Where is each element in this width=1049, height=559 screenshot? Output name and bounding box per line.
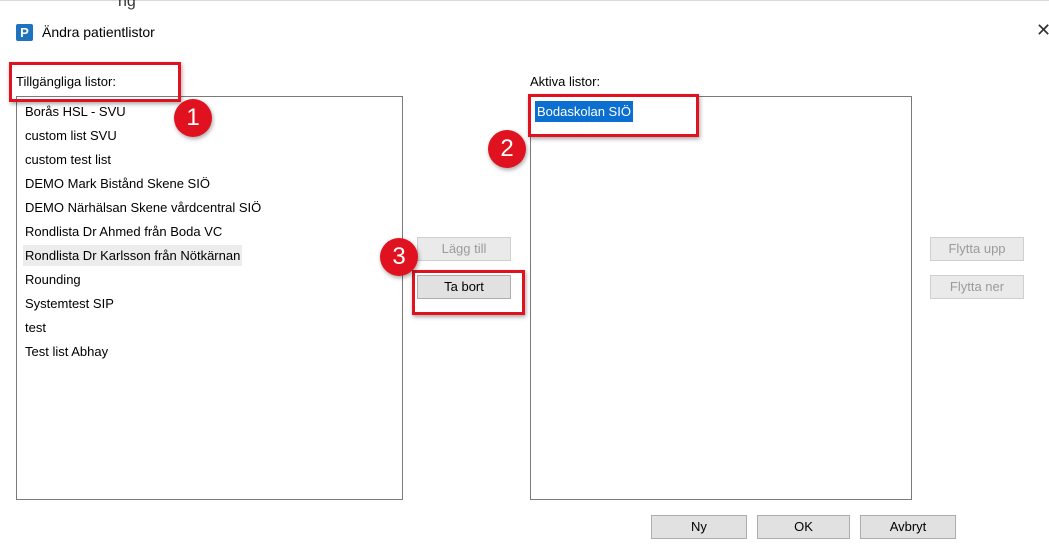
cancel-button[interactable]: Avbryt (860, 515, 956, 539)
annotation-badge-2: 2 (488, 130, 526, 168)
list-item[interactable]: test (23, 317, 48, 338)
move-up-button[interactable]: Flytta upp (930, 237, 1024, 261)
list-item[interactable]: DEMO Mark Bistånd Skene SIÖ (23, 173, 212, 194)
list-item[interactable]: Rounding (23, 269, 83, 290)
dialog-window: ng P Ändra patientlistor ✕ Tillgängliga … (0, 0, 1049, 559)
list-item[interactable]: Rondlista Dr Karlsson från Nötkärnan (23, 245, 243, 266)
annotation-box-1 (9, 62, 181, 102)
available-lists-box[interactable]: Borås HSL - SVU custom list SVU custom t… (16, 96, 403, 500)
active-lists-box[interactable]: Bodaskolan SIÖ (530, 96, 912, 500)
annotation-box-3 (412, 270, 525, 315)
window-title: Ändra patientlistor (42, 24, 155, 40)
list-item[interactable]: Rondlista Dr Ahmed från Boda VC (23, 221, 224, 242)
active-lists-label: Aktiva listor: (530, 74, 601, 89)
ok-button[interactable]: OK (757, 515, 850, 539)
move-down-button[interactable]: Flytta ner (930, 275, 1024, 299)
list-item[interactable]: custom list SVU (23, 125, 119, 146)
list-item[interactable]: custom test list (23, 149, 113, 170)
annotation-box-2 (528, 94, 699, 137)
annotation-badge-1: 1 (174, 99, 212, 137)
list-item[interactable]: Borås HSL - SVU (23, 101, 128, 122)
top-fragment-text: ng (118, 0, 136, 10)
new-button[interactable]: Ny (651, 515, 747, 539)
close-icon[interactable]: ✕ (1036, 20, 1049, 41)
list-item[interactable]: Systemtest SIP (23, 293, 116, 314)
list-item[interactable]: Test list Abhay (23, 341, 110, 362)
add-button[interactable]: Lägg till (417, 237, 511, 261)
window-top-edge: ng (0, 0, 1049, 11)
title-bar: P Ändra patientlistor ✕ (0, 14, 1049, 48)
annotation-badge-3: 3 (380, 238, 418, 276)
app-icon: P (16, 24, 33, 41)
list-item[interactable]: DEMO Närhälsan Skene vårdcentral SIÖ (23, 197, 263, 218)
